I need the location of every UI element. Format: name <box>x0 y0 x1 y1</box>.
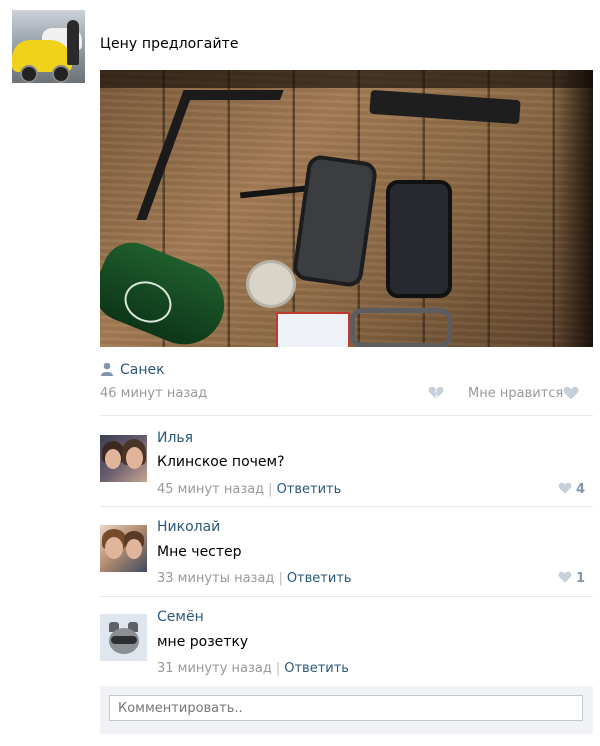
comment-like-count: 4 <box>576 482 586 497</box>
comment-input[interactable] <box>109 695 583 721</box>
reply-button[interactable]: Ответить <box>277 482 342 497</box>
comment-timestamp[interactable]: 31 минуту назад <box>157 661 272 676</box>
comment-timestamp[interactable]: 33 минуты назад <box>157 571 274 586</box>
comment-author-name[interactable]: Николай <box>157 519 220 535</box>
avatar-wheel <box>52 65 70 83</box>
comment-timestamp[interactable]: 45 минут назад <box>157 482 264 497</box>
comment-meta: 33 минуты назад | Ответить <box>157 571 352 586</box>
comment-like-button[interactable]: 1 <box>558 571 585 586</box>
post-text: Цену предлогайте <box>100 36 239 52</box>
comment-author-name[interactable]: Семён <box>157 609 204 625</box>
reply-button[interactable]: Ответить <box>284 661 349 676</box>
user-icon <box>101 362 113 376</box>
heart-icon[interactable] <box>563 386 579 400</box>
post-timestamp[interactable]: 46 минут назад <box>100 386 207 401</box>
photo-shadow <box>553 70 593 347</box>
like-button[interactable]: Мне нравится <box>468 386 563 401</box>
photo-mirror <box>386 180 452 298</box>
comment-meta: 45 минут назад | Ответить <box>157 482 341 497</box>
comment-avatar[interactable] <box>100 525 147 572</box>
separator: | <box>268 482 273 497</box>
separator: | <box>275 661 281 676</box>
comment-avatar[interactable] <box>100 614 147 661</box>
avatar-wheel <box>20 65 38 83</box>
divider <box>100 596 593 597</box>
avatar-person <box>67 20 79 65</box>
comment-text: Мне честер <box>157 544 242 560</box>
photo-cigarette-pack <box>276 312 350 347</box>
comment-meta: 31 минуту назад | Ответить <box>157 661 349 676</box>
heart-icon <box>558 571 572 583</box>
reply-button[interactable]: Ответить <box>287 571 352 586</box>
raccoon-mask <box>111 636 137 644</box>
comment-author-name[interactable]: Илья <box>157 430 193 446</box>
photo-gasket <box>350 308 452 347</box>
comment-avatar[interactable] <box>100 435 147 482</box>
divider <box>100 415 593 416</box>
comment-like-count: 1 <box>576 571 586 586</box>
post-author-avatar[interactable] <box>12 10 85 83</box>
comment-form <box>100 686 593 734</box>
post-author-name[interactable]: Санек <box>120 362 165 378</box>
comment-text: Клинское почем? <box>157 454 285 470</box>
photo-tape-roll <box>246 260 296 308</box>
separator: | <box>278 571 283 586</box>
divider <box>100 506 593 507</box>
photo-shadow <box>100 70 593 88</box>
comment-like-button[interactable]: 4 <box>558 482 585 497</box>
heart-icon <box>558 482 572 494</box>
comment-text: мне розетку <box>157 634 249 650</box>
broken-heart-icon[interactable] <box>428 386 444 400</box>
post-photo[interactable] <box>100 70 593 347</box>
